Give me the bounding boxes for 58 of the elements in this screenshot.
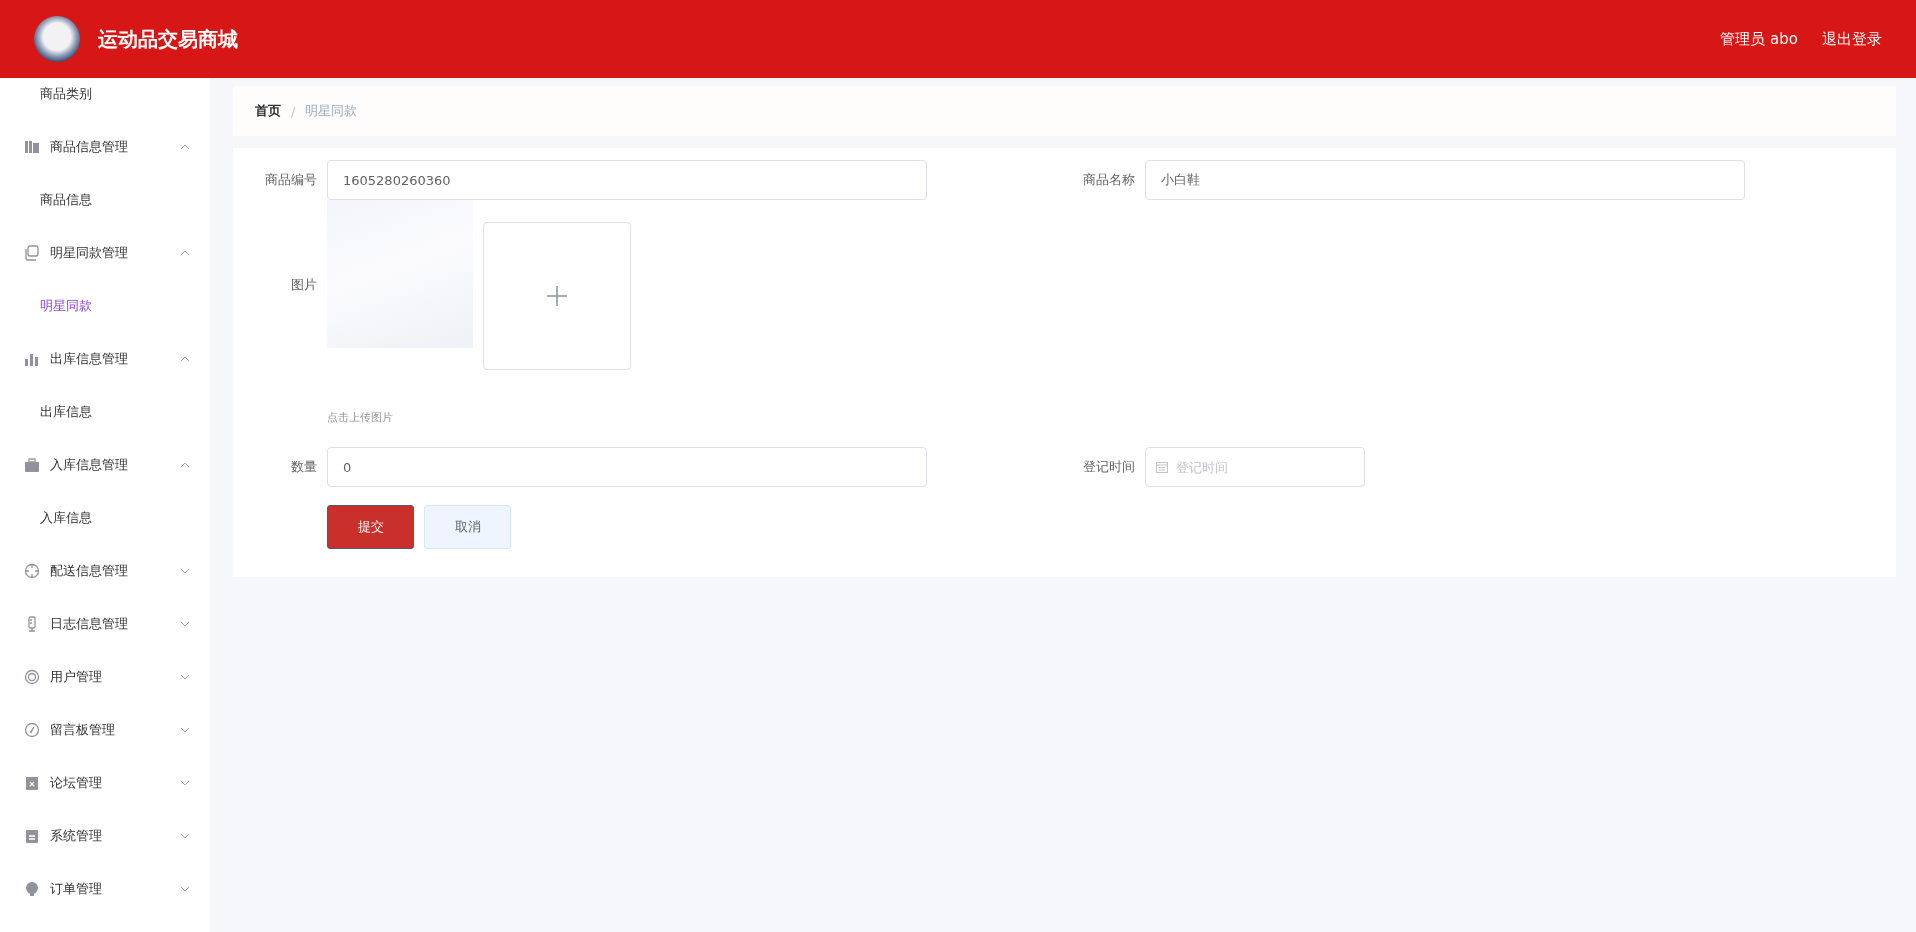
field-label: 商品名称 [1082, 171, 1136, 189]
sidebar-item[interactable]: 商品信息 [0, 173, 210, 226]
group-label: 论坛管理 [50, 773, 103, 792]
product-number-field[interactable]: 1605280260360 [327, 160, 927, 200]
breadcrumb-separator: / [291, 103, 296, 119]
calendar-icon [1156, 461, 1168, 473]
logout-link[interactable]: 退出登录 [1822, 29, 1882, 49]
menu-icon [24, 138, 40, 155]
sidebar-group[interactable]: 用户管理 [0, 650, 210, 703]
group-label: 明星同款管理 [50, 243, 129, 262]
plus-icon [546, 285, 568, 307]
menu-icon [24, 668, 40, 685]
sidebar-group[interactable]: 入库信息管理 [0, 438, 210, 491]
menu-icon [24, 880, 40, 897]
sidebar-group[interactable]: 配送信息管理 [0, 544, 210, 597]
group-label: 日志信息管理 [50, 614, 129, 633]
sidebar-item[interactable]: 入库信息 [0, 491, 210, 544]
breadcrumb-item: 明星同款 [305, 102, 358, 120]
submit-button[interactable]: 提交 [327, 505, 414, 549]
sidebar-group[interactable]: 论坛管理 [0, 756, 210, 809]
field-label: 登记时间 [1082, 458, 1136, 476]
sidebar-group[interactable]: 订单管理 [0, 862, 210, 915]
field-label: 数量 [290, 458, 318, 476]
menu-icon [24, 562, 40, 579]
site-title: 运动品交易商城 [98, 25, 238, 53]
user-name: 管理员 abo [1720, 29, 1798, 49]
group-label: 订单管理 [50, 879, 103, 898]
sidebar-group[interactable]: 系统管理 [0, 809, 210, 862]
sidebar-item[interactable]: 出库信息 [0, 385, 210, 438]
sidebar-group[interactable]: 商品信息管理 [0, 120, 210, 173]
menu-icon [24, 721, 40, 738]
sidebar-item[interactable]: 商品类别 [0, 78, 210, 120]
menu-icon [24, 244, 40, 261]
field-label: 商品编号 [264, 171, 318, 189]
menu-icon [24, 456, 40, 473]
menu-icon [24, 774, 40, 791]
group-label: 用户管理 [50, 667, 103, 686]
quantity-field[interactable]: 0 [327, 447, 927, 487]
logo-avatar [34, 16, 80, 62]
menu-icon [24, 827, 40, 844]
date-field[interactable]: 登记时间 [1145, 447, 1365, 487]
field-label: 图片 [290, 276, 318, 294]
group-label: 系统管理 [50, 826, 103, 845]
upload-box[interactable] [483, 222, 631, 370]
group-label: 出库信息管理 [50, 349, 129, 368]
sidebar-group[interactable]: 留言板管理 [0, 703, 210, 756]
sidebar-group[interactable]: 明星同款管理 [0, 226, 210, 279]
sidebar-item[interactable]: 明星同款 [0, 279, 210, 332]
group-label: 留言板管理 [50, 720, 116, 739]
group-label: 配送信息管理 [50, 561, 129, 580]
upload-hint: 点击上传图片 [327, 410, 394, 425]
product-name-field[interactable]: 小白鞋 [1145, 160, 1745, 200]
cancel-button[interactable]: 取消 [424, 505, 511, 549]
sidebar-group[interactable]: 日志信息管理 [0, 597, 210, 650]
group-label: 入库信息管理 [50, 455, 129, 474]
sidebar-group[interactable]: 出库信息管理 [0, 332, 210, 385]
group-label: 商品信息管理 [50, 137, 129, 156]
breadcrumb-item[interactable]: 首页 [255, 102, 281, 120]
